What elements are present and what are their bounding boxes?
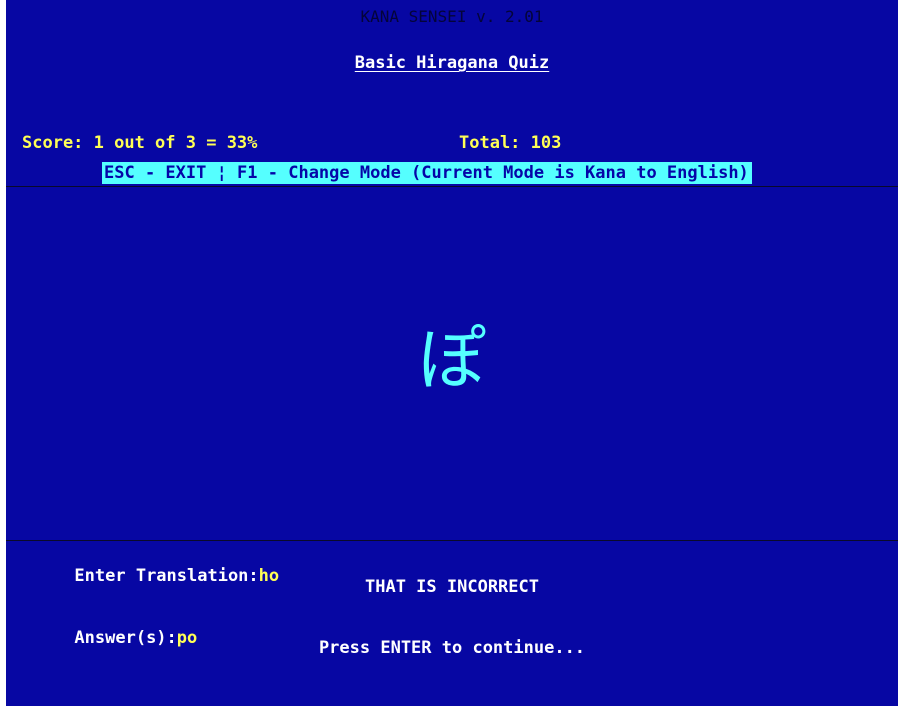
key-help-bar: ESC - EXIT ¦ F1 - Change Mode (Current M…: [102, 162, 752, 184]
translation-prompt: Enter Translation:ho: [13, 546, 279, 606]
terminal-window: KANA SENSEI v. 2.01 Basic Hiragana Quiz …: [6, 0, 898, 706]
continue-prompt[interactable]: Press ENTER to continue...: [6, 638, 898, 658]
app-title: KANA SENSEI v. 2.01: [360, 7, 544, 26]
feedback-message: THAT IS INCORRECT: [365, 577, 539, 597]
quiz-title: Basic Hiragana Quiz: [354, 53, 550, 73]
score-readout: Score: 1 out of 3 = 33%: [22, 133, 258, 153]
dos-screen: KANA SENSEI v. 2.01 Basic Hiragana Quiz …: [0, 0, 898, 710]
total-readout: Total: 103: [459, 133, 562, 153]
divider-bottom: [6, 540, 898, 541]
kana-character: ぽ: [417, 321, 486, 400]
divider-top: [6, 186, 898, 187]
